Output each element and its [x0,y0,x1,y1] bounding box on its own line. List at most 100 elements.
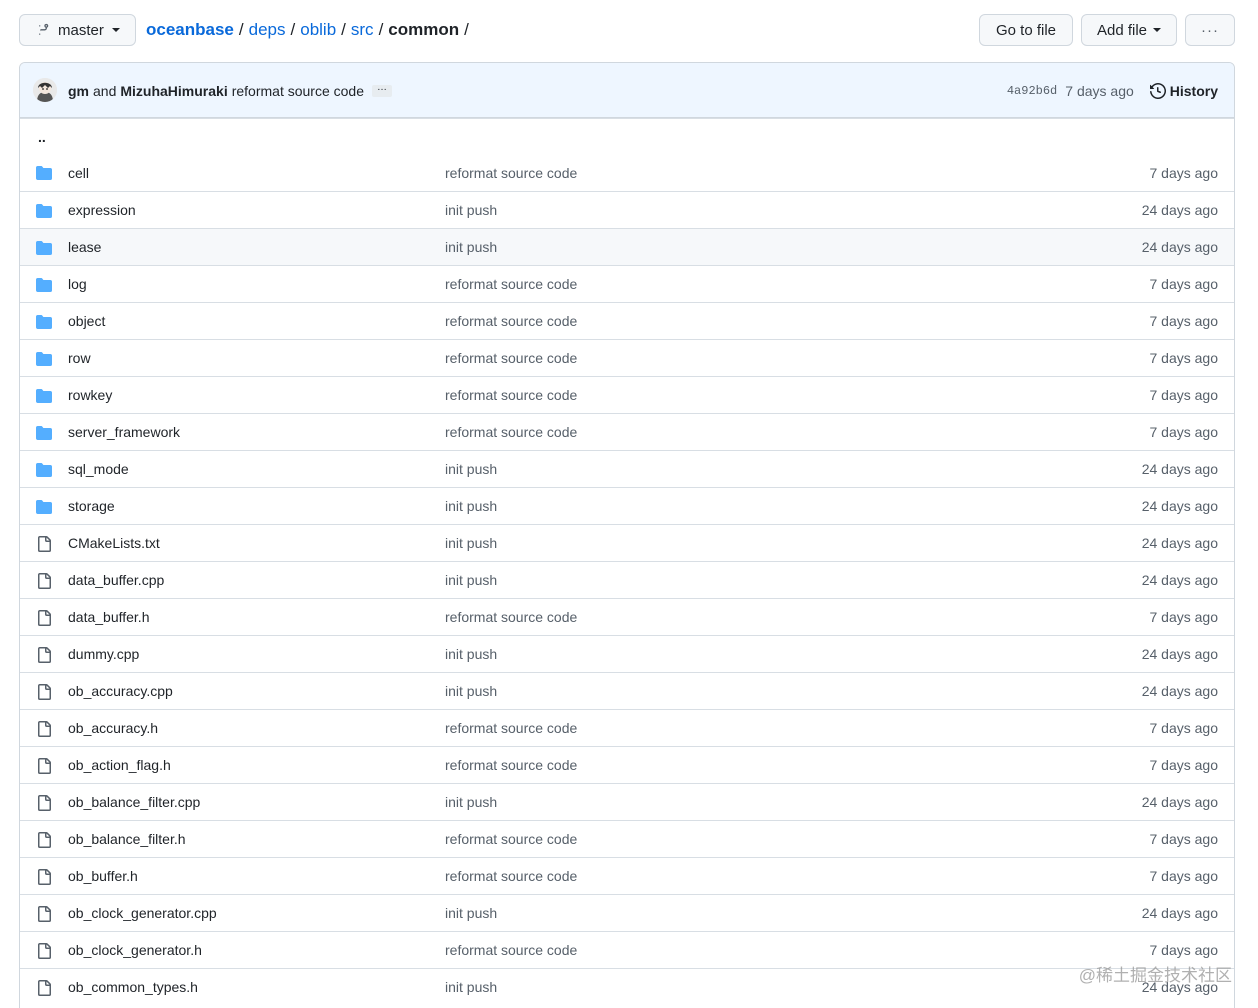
directory-row[interactable]: lease init push 24 days ago [20,228,1234,265]
breadcrumb-src-link[interactable]: src [351,20,374,40]
file-row[interactable]: ob_balance_filter.h reformat source code 7… [20,820,1234,857]
file-icon [36,610,52,626]
file-row[interactable]: CMakeLists.txt init push 24 days ago [20,524,1234,561]
chevron-down-icon [111,28,120,32]
file-row[interactable]: ob_accuracy.h reformat source code 7 days … [20,709,1234,746]
branch-select-button[interactable]: master [19,14,136,46]
commit-message-link[interactable]: reformat source code [232,83,364,99]
folder-icon [36,351,52,367]
go-to-file-label: Go to file [995,21,1057,39]
commit-message-link[interactable]: reformat source code [445,747,577,783]
more-options-button[interactable]: ··· [1185,14,1235,46]
commit-message-link[interactable]: reformat source code [445,932,577,968]
file-name-link[interactable]: log [68,266,87,302]
user-avatar-icon [33,78,57,102]
commit-message-link[interactable]: init push [445,229,497,265]
file-row[interactable]: dummy.cpp init push 24 days ago [20,635,1234,672]
file-icon [36,721,52,737]
file-name-link[interactable]: rowkey [68,377,112,413]
commit-message-link[interactable]: reformat source code [445,266,577,302]
latest-commit-bar: gm and MizuhaHimuraki reformat source co… [20,63,1234,118]
file-name-link[interactable]: expression [68,192,136,228]
directory-row[interactable]: storage init push 24 days ago [20,487,1234,524]
parent-directory-link[interactable]: .. [38,119,46,154]
file-name-link[interactable]: storage [68,488,115,524]
commit-message-link[interactable]: reformat source code [445,821,577,857]
commit-sha-link[interactable]: 4a92b6d [1007,84,1057,98]
add-file-button[interactable]: Add file [1081,14,1177,46]
commit-message-link[interactable]: init push [445,969,497,1005]
breadcrumb-oblib-link[interactable]: oblib [300,20,336,40]
commit-message-link[interactable]: init push [445,525,497,561]
file-name-link[interactable]: data_buffer.h [68,599,149,635]
expand-commit-button[interactable]: … [372,82,393,97]
commit-message-link[interactable]: init push [445,192,497,228]
file-row[interactable]: ob_clock_generator.h reformat source code… [20,931,1234,968]
commit-message-link[interactable]: init push [445,488,497,524]
file-name-link[interactable]: cell [68,154,89,191]
directory-row[interactable]: server_framework reformat source code 7 da… [20,413,1234,450]
file-row[interactable]: ob_clock_generator.cpp init push 24 days a… [20,894,1234,931]
breadcrumb-separator: / [464,20,469,39]
commit-message-link[interactable]: init push [445,636,497,672]
directory-row[interactable]: row reformat source code 7 days ago [20,339,1234,376]
file-name-link[interactable]: row [68,340,91,376]
file-row[interactable]: ob_common_types.h init push 24 days ago [20,968,1234,1005]
commit-message-link[interactable]: init push [445,451,497,487]
file-name-link[interactable]: CMakeLists.txt [68,525,160,561]
commit-message-link[interactable]: reformat source code [445,340,577,376]
commit-message-link[interactable]: reformat source code [445,154,577,191]
commit-message-link[interactable]: reformat source code [445,303,577,339]
commit-message-link[interactable]: init push [445,562,497,598]
commit-message-link[interactable]: reformat source code [445,710,577,746]
directory-row[interactable]: sql_mode init push 24 days ago [20,450,1234,487]
branch-name: master [58,21,104,39]
commit-message-link[interactable]: init push [445,895,497,931]
commit-author-link[interactable]: gm [68,83,89,99]
breadcrumb-repo-link[interactable]: oceanbase [146,20,234,40]
history-label: History [1169,82,1218,99]
file-name-link[interactable]: ob_accuracy.cpp [68,673,173,709]
file-row[interactable]: ob_accuracy.cpp init push 24 days ago [20,672,1234,709]
folder-icon [36,277,52,293]
file-name-link[interactable]: ob_accuracy.h [68,710,158,746]
commit-coauthor-link[interactable]: MizuhaHimuraki [120,83,227,99]
history-link[interactable]: History [1149,82,1218,99]
commit-message-link[interactable]: init push [445,673,497,709]
commit-message-link[interactable]: reformat source code [445,377,577,413]
file-name-link[interactable]: ob_action_flag.h [68,747,171,783]
go-to-file-button[interactable]: Go to file [979,14,1073,46]
breadcrumb-deps-link[interactable]: deps [249,20,286,40]
file-name-link[interactable]: ob_balance_filter.cpp [68,784,200,820]
directory-row[interactable]: object reformat source code 7 days ago [20,302,1234,339]
file-name-link[interactable]: ob_clock_generator.cpp [68,895,217,931]
commit-message-link[interactable]: reformat source code [445,414,577,450]
directory-row[interactable]: cell reformat source code 7 days ago [20,154,1234,191]
file-name-link[interactable]: ob_buffer.h [68,858,138,894]
commit-message-link[interactable]: init push [445,784,497,820]
file-name-link[interactable]: lease [68,229,101,265]
file-row[interactable]: data_buffer.cpp init push 24 days ago [20,561,1234,598]
file-row[interactable]: ob_buffer.h reformat source code 7 days ag… [20,857,1234,894]
file-name-link[interactable]: data_buffer.cpp [68,562,164,598]
file-row[interactable]: ob_balance_filter.cpp init push 24 days ag… [20,783,1234,820]
file-row[interactable]: data_buffer.h reformat source code 7 days … [20,598,1234,635]
file-name-link[interactable]: dummy.cpp [68,636,139,672]
folder-icon [36,462,52,478]
commit-age: 7 days ago [1149,313,1219,329]
file-row[interactable]: ob_action_flag.h reformat source code 7 da… [20,746,1234,783]
commit-message-link[interactable]: reformat source code [445,599,577,635]
directory-row[interactable]: expression init push 24 days ago [20,191,1234,228]
avatar[interactable] [33,78,57,102]
file-name-link[interactable]: ob_common_types.h [68,969,198,1005]
file-name-link[interactable]: server_framework [68,414,180,450]
file-name-link[interactable]: ob_balance_filter.h [68,821,186,857]
file-name-link[interactable]: object [68,303,105,339]
breadcrumb-current: common [388,20,460,39]
file-name-link[interactable]: sql_mode [68,451,129,487]
commit-message-link[interactable]: reformat source code [445,858,577,894]
directory-row[interactable]: rowkey reformat source code 7 days ago [20,376,1234,413]
directory-row[interactable]: log reformat source code 7 days ago [20,265,1234,302]
parent-directory-row[interactable]: .. [20,118,1234,154]
file-name-link[interactable]: ob_clock_generator.h [68,932,202,968]
